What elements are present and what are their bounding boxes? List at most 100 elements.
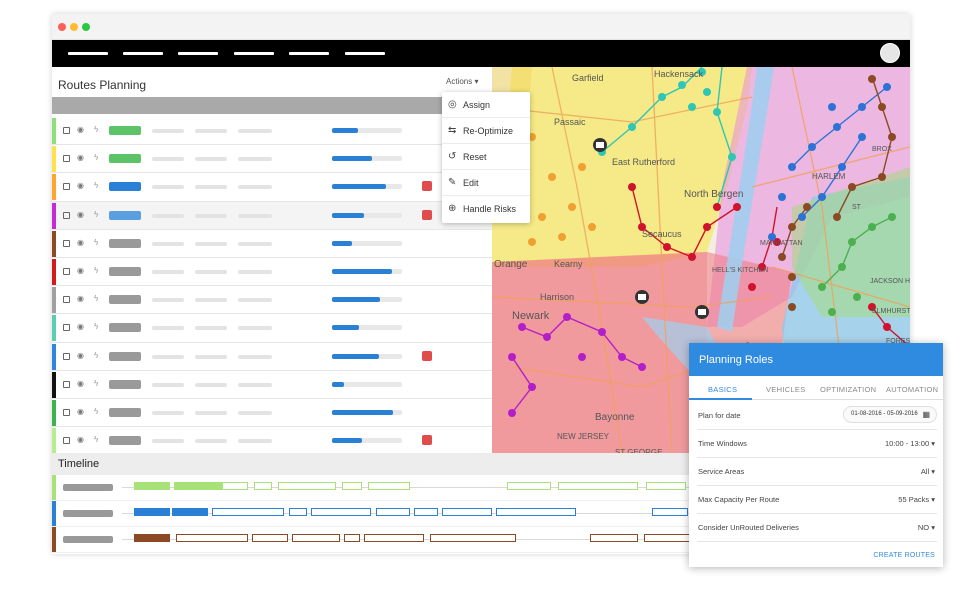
nav-item-3[interactable] <box>178 52 218 55</box>
timeline-segment[interactable] <box>376 508 410 516</box>
route-checkbox[interactable] <box>63 352 70 360</box>
lightning-icon[interactable]: ϟ <box>94 379 98 388</box>
timeline-segment[interactable] <box>364 534 424 542</box>
route-row[interactable]: ◉ ϟ <box>52 229 492 258</box>
risk-flag-icon[interactable] <box>422 435 432 446</box>
route-row[interactable]: ◉ ϟ <box>52 398 492 428</box>
route-checkbox[interactable] <box>63 408 70 416</box>
timeline-segment[interactable] <box>134 508 170 516</box>
risk-flag-icon[interactable] <box>422 209 432 220</box>
route-row[interactable]: ◉ ϟ <box>52 286 492 315</box>
eye-icon[interactable]: ◉ <box>77 351 84 360</box>
menu-item-assign[interactable]: ◎ Assign <box>442 92 530 118</box>
route-row[interactable]: ◉ ϟ <box>52 370 492 399</box>
eye-icon[interactable]: ◉ <box>77 238 84 247</box>
lightning-icon[interactable]: ϟ <box>94 153 98 162</box>
route-row[interactable]: ◉ ϟ <box>52 201 492 230</box>
nav-item-5[interactable] <box>289 52 329 55</box>
eye-icon[interactable]: ◉ <box>77 294 84 303</box>
route-checkbox[interactable] <box>63 380 70 388</box>
timeline-segment[interactable] <box>646 482 686 490</box>
timeline-segment[interactable] <box>507 482 551 490</box>
menu-item-re-optimize[interactable]: ⇆ Re-Optimize <box>442 118 530 144</box>
timeline-segment[interactable] <box>430 534 516 542</box>
lightning-icon[interactable]: ϟ <box>94 266 98 275</box>
nav-item-1[interactable] <box>68 52 108 55</box>
timeline-segment[interactable] <box>292 534 340 542</box>
timeline-segment[interactable] <box>558 482 638 490</box>
menu-item-reset[interactable]: ↺ Reset <box>442 144 530 170</box>
eye-icon[interactable]: ◉ <box>77 322 84 331</box>
route-row[interactable]: ◉ ϟ <box>52 342 492 371</box>
tab-optimization[interactable]: OPTIMIZATION <box>820 385 876 394</box>
eye-icon[interactable]: ◉ <box>77 125 84 134</box>
menu-item-handle-risks[interactable]: ⊕ Handle Risks <box>442 196 530 222</box>
lightning-icon[interactable]: ϟ <box>94 238 98 247</box>
max-capacity-select[interactable]: Max Capacity Per Route 55 Packs ▾ <box>697 486 937 514</box>
timeline-segment[interactable] <box>278 482 336 490</box>
timeline-segment[interactable] <box>222 482 248 490</box>
timeline-segment[interactable] <box>414 508 438 516</box>
route-checkbox[interactable] <box>63 155 70 163</box>
lightning-icon[interactable]: ϟ <box>94 294 98 303</box>
lightning-icon[interactable]: ϟ <box>94 125 98 134</box>
route-row[interactable]: ◉ ϟ <box>52 145 492 174</box>
minimize-window-icon[interactable] <box>70 23 78 31</box>
timeline-segment[interactable] <box>212 508 284 516</box>
timeline-segment[interactable] <box>344 534 360 542</box>
timeline-segment[interactable] <box>442 508 492 516</box>
route-row[interactable]: ◉ ϟ <box>52 427 492 456</box>
timeline-segment[interactable] <box>496 508 576 516</box>
eye-icon[interactable]: ◉ <box>77 153 84 162</box>
route-checkbox[interactable] <box>63 267 70 275</box>
time-windows-select[interactable]: Time Windows 10:00 - 13:00 ▾ <box>697 430 937 458</box>
timeline-segment[interactable] <box>289 508 307 516</box>
eye-icon[interactable]: ◉ <box>77 266 84 275</box>
actions-dropdown-button[interactable]: Actions ▾ <box>446 77 478 86</box>
lightning-icon[interactable]: ϟ <box>94 181 98 190</box>
eye-icon[interactable]: ◉ <box>77 379 84 388</box>
nav-item-4[interactable] <box>234 52 274 55</box>
route-checkbox[interactable] <box>63 183 70 191</box>
route-checkbox[interactable] <box>63 239 70 247</box>
timeline-segment[interactable] <box>176 534 248 542</box>
maximize-window-icon[interactable] <box>82 23 90 31</box>
timeline-segment[interactable] <box>174 482 222 490</box>
lightning-icon[interactable]: ϟ <box>94 435 98 444</box>
timeline-segment[interactable] <box>311 508 371 516</box>
menu-item-edit[interactable]: ✎ Edit <box>442 170 530 196</box>
user-avatar[interactable] <box>880 43 900 63</box>
unrouted-deliveries-select[interactable]: Consider UnRouted Deliveries NO ▾ <box>697 514 937 542</box>
timeline-segment[interactable] <box>368 482 410 490</box>
route-row[interactable]: ◉ ϟ <box>52 117 492 146</box>
eye-icon[interactable]: ◉ <box>77 435 84 444</box>
create-routes-button[interactable]: CREATE ROUTES <box>873 552 935 559</box>
route-row[interactable]: ◉ ϟ <box>52 173 492 202</box>
risk-flag-icon[interactable] <box>422 350 432 361</box>
route-checkbox[interactable] <box>63 324 70 332</box>
lightning-icon[interactable]: ϟ <box>94 210 98 219</box>
eye-icon[interactable]: ◉ <box>77 210 84 219</box>
close-window-icon[interactable] <box>58 23 66 31</box>
route-row[interactable]: ◉ ϟ <box>52 314 492 343</box>
timeline-segment[interactable] <box>134 482 170 490</box>
timeline-segment[interactable] <box>644 534 690 542</box>
timeline-segment[interactable] <box>134 534 170 542</box>
tab-vehicles[interactable]: VEHICLES <box>766 385 806 394</box>
lightning-icon[interactable]: ϟ <box>94 351 98 360</box>
route-row[interactable]: ◉ ϟ <box>52 257 492 287</box>
timeline-segment[interactable] <box>172 508 208 516</box>
eye-icon[interactable]: ◉ <box>77 407 84 416</box>
risk-flag-icon[interactable] <box>422 181 432 192</box>
service-areas-select[interactable]: Service Areas All ▾ <box>697 458 937 486</box>
nav-item-6[interactable] <box>345 52 385 55</box>
route-checkbox[interactable] <box>63 127 70 134</box>
timeline-segment[interactable] <box>590 534 638 542</box>
timeline-segment[interactable] <box>252 534 288 542</box>
eye-icon[interactable]: ◉ <box>77 181 84 190</box>
tab-basics[interactable]: BASICS <box>708 385 737 394</box>
route-checkbox[interactable] <box>63 296 70 304</box>
timeline-segment[interactable] <box>652 508 688 516</box>
lightning-icon[interactable]: ϟ <box>94 322 98 331</box>
lightning-icon[interactable]: ϟ <box>94 407 98 416</box>
